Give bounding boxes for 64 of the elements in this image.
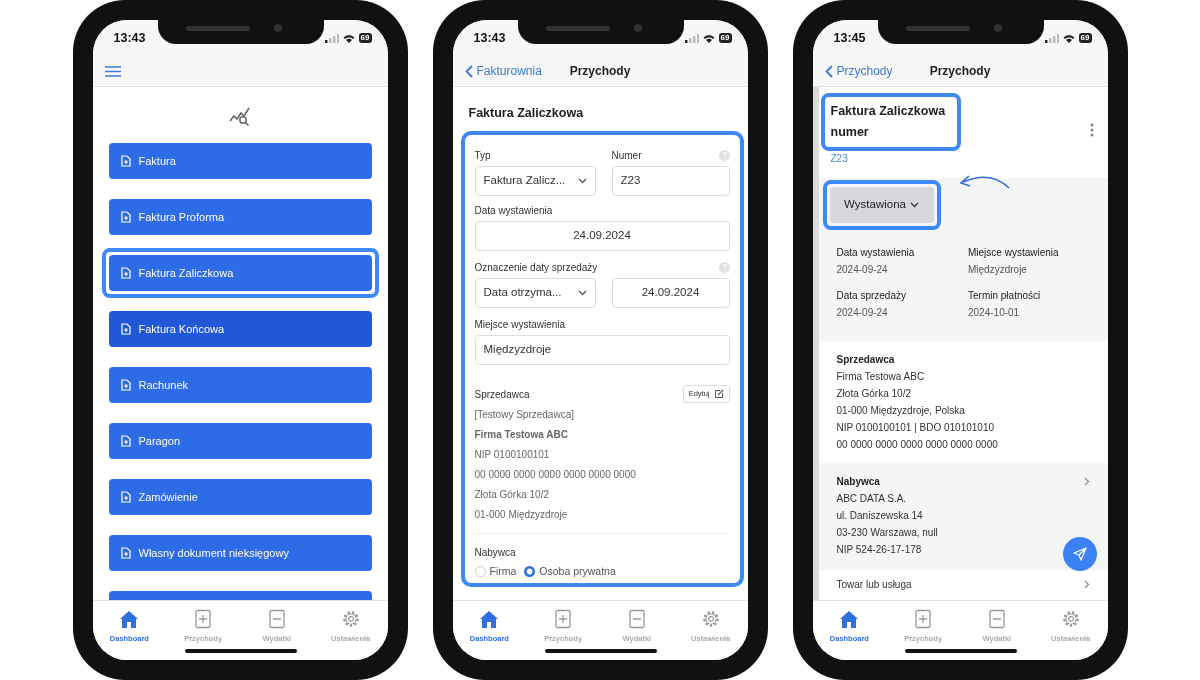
back-button[interactable]: Fakturownia	[464, 62, 542, 80]
seller-detail: 01-000 Międzyzdroje, Polska	[836, 404, 965, 418]
document-type-button[interactable]: Paragon	[108, 423, 372, 459]
battery-level: 69	[718, 33, 732, 43]
seller-detail: 01-000 Międzyzdroje	[474, 508, 569, 522]
document-type-button[interactable]: Rachunek	[108, 367, 372, 403]
field-label: Typ	[474, 149, 492, 162]
seller-detail: Złota Górka 10/2	[836, 387, 911, 401]
detail-value: 2024-09-24	[836, 306, 889, 320]
radio-option[interactable]: Osoba prywatna	[524, 564, 616, 580]
screen-title: Przychody	[569, 63, 631, 80]
date-field[interactable]: 24.09.2024	[474, 221, 730, 251]
date-mode-select[interactable]: Data otrzyma...	[474, 278, 596, 308]
field-label: Oznaczenie daty sprzedaży	[474, 261, 598, 274]
detail-label: Data sprzedaży	[836, 289, 907, 303]
document-type-button[interactable]: Zamówienie	[108, 479, 372, 515]
clock-time: 13:43	[473, 29, 506, 47]
seller-detail: 00 0000 0000 0000 0000 0000 0000	[836, 438, 998, 452]
battery-level: 69	[358, 33, 372, 43]
status-dropdown[interactable]: Wystawiona	[829, 187, 934, 223]
seller-detail: Firma Testowa ABC	[474, 428, 569, 442]
buyer-detail: ul. Daniszewska 14	[836, 509, 923, 523]
date-field[interactable]: 24.09.2024	[611, 278, 730, 308]
section-title: Nabywca	[836, 475, 880, 489]
place-field[interactable]: Międzyzdroje	[474, 335, 730, 365]
buyer-detail: 03-230 Warszawa, null	[836, 526, 938, 540]
document-type-button[interactable]: Faktura Zaliczkowa	[108, 255, 372, 291]
buyer-detail: NIP 524-26-17-178	[836, 543, 922, 557]
seller-detail: 00 0000 0000 0000 0000 0000 0000	[474, 468, 637, 482]
detail-label: Termin płatności	[968, 289, 1042, 303]
screen-title: Przychody	[929, 63, 991, 80]
clock-time: 13:43	[113, 29, 146, 47]
radio-option[interactable]: Firma	[474, 564, 517, 580]
field-label: Data wystawienia	[474, 204, 554, 217]
seller-detail: [Testowy Sprzedawca]	[474, 408, 575, 422]
battery-level: 69	[1078, 33, 1092, 43]
detail-value: 2024-10-01	[968, 306, 1021, 320]
seller-detail: Firma Testowa ABC	[836, 370, 925, 384]
detail-label: Miejsce wystawienia	[968, 246, 1060, 260]
type-select[interactable]: Faktura Zalicz...	[474, 166, 596, 196]
document-type-button[interactable]: Faktura Końcowa	[108, 311, 372, 347]
seller-detail: NIP 0100100101	[474, 448, 551, 462]
detail-label: Data wystawienia	[836, 246, 916, 260]
section-label: Sprzedawca	[474, 387, 530, 401]
field-label: Miejsce wystawienia	[474, 318, 567, 331]
clock-time: 13:45	[833, 29, 866, 47]
document-title: Faktura Zaliczkowa numer	[820, 93, 961, 151]
back-button[interactable]: Przychody	[824, 62, 893, 80]
buyer-row[interactable]: Nabywca ABC DATA S.A. ul. Daniszewska 14 03-230 Warszawa, null NIP 524-26-17-178	[818, 463, 1108, 570]
document-number: Z23	[829, 152, 849, 166]
seller-detail: NIP 0100100101 | BDO 010101010	[836, 421, 995, 435]
number-field[interactable]: Z23	[611, 166, 730, 196]
detail-value: 2024-09-24	[836, 263, 889, 277]
buyer-detail: ABC DATA S.A.	[836, 492, 907, 506]
seller-detail: Złota Górka 10/2	[474, 488, 550, 502]
section-title: Sprzedawca	[836, 353, 896, 367]
document-type-button[interactable]: Własny dokument nieksięgowy	[108, 535, 372, 571]
document-type-button[interactable]: Faktura	[108, 143, 372, 179]
document-type-button[interactable]: Faktura Proforma	[108, 199, 372, 235]
section-label: Nabywca	[474, 546, 517, 559]
form-title: Faktura Zaliczkowa	[467, 105, 585, 121]
items-row[interactable]: Towar lub usługa	[818, 570, 1108, 593]
field-label: Numer	[611, 149, 642, 162]
detail-value: Międzyzdroje	[968, 263, 1028, 277]
